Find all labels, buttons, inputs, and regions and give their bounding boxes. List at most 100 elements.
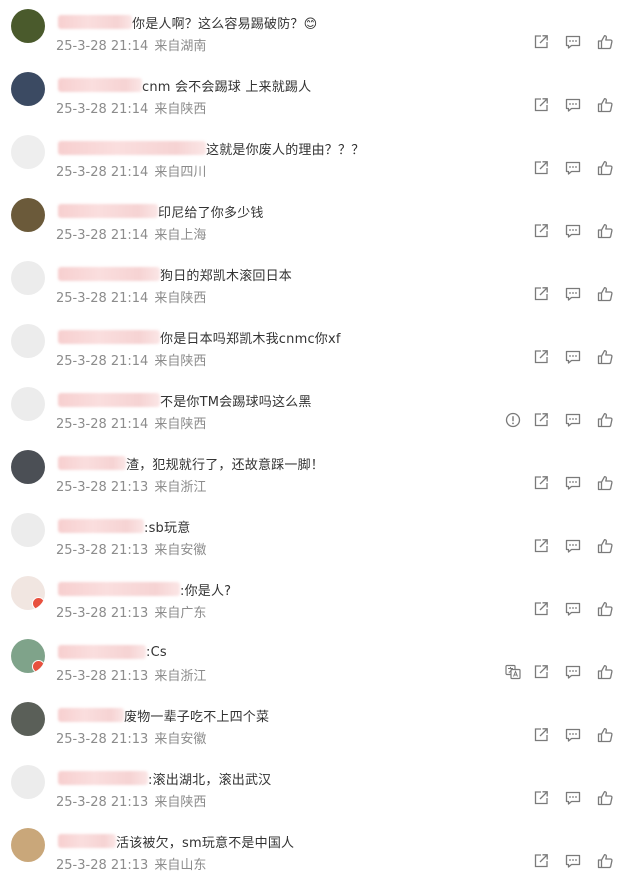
comment-text: 渣，犯规就行了，还故意踩一脚！ [126,457,325,473]
comment-icon[interactable] [564,789,582,807]
thumbs-up-icon[interactable] [596,222,614,240]
thumbs-up-icon[interactable] [596,537,614,555]
username-redacted[interactable] [58,582,180,596]
verified-badge-icon [32,660,45,673]
comment-location: 来自广东 [154,606,207,621]
username-redacted[interactable] [58,519,144,533]
username-redacted[interactable] [58,330,160,344]
comment-meta: 25-3-28 21:13 来自安徽 [56,539,206,558]
thumbs-up-icon[interactable] [596,96,614,114]
username-redacted[interactable] [58,456,126,470]
comment-item: :滚出湖北，滚出武汉 25-3-28 21:13 来自陕西 [0,752,624,815]
comment-icon[interactable] [564,663,582,681]
comment-icon[interactable] [564,600,582,618]
thumbs-up-icon[interactable] [596,789,614,807]
avatar[interactable] [11,450,45,484]
share-icon[interactable] [532,663,550,681]
avatar[interactable] [11,9,45,43]
avatar[interactable] [11,765,45,799]
share-icon[interactable] [532,222,550,240]
comment-icon[interactable] [564,222,582,240]
comment-location: 来自浙江 [154,669,207,684]
share-icon[interactable] [532,96,550,114]
avatar[interactable] [11,387,45,421]
avatar[interactable] [11,261,45,295]
avatar[interactable] [11,576,45,610]
avatar[interactable] [11,324,45,358]
comment-icon[interactable] [564,726,582,744]
thumbs-up-icon[interactable] [596,33,614,51]
comment-time: 25-3-28 21:14 [56,102,149,117]
avatar[interactable] [11,198,45,232]
comment-body: 你是人啊？这么容易踢破防？😊 [58,12,317,32]
thumbs-up-icon[interactable] [596,726,614,744]
comment-item: 不是你TM会踢球吗这么黑 25-3-28 21:14 来自陕西 [0,374,624,437]
thumbs-up-icon[interactable] [596,474,614,492]
avatar[interactable] [11,702,45,736]
avatar[interactable] [11,135,45,169]
comment-meta: 25-3-28 21:14 来自陕西 [56,98,206,117]
thumbs-up-icon[interactable] [596,852,614,870]
comment-time: 25-3-28 21:13 [56,795,149,810]
comment-body: 不是你TM会踢球吗这么黑 [58,390,312,410]
comment-text: 这就是你废人的理由？？？ [206,142,365,158]
share-icon[interactable] [532,474,550,492]
avatar[interactable] [11,828,45,862]
comment-icon[interactable] [564,537,582,555]
comment-icon[interactable] [564,474,582,492]
comment-meta: 25-3-28 21:14 来自湖南 [56,35,206,54]
share-icon[interactable] [532,159,550,177]
username-redacted[interactable] [58,645,146,659]
thumbs-up-icon[interactable] [596,600,614,618]
report-icon[interactable] [504,411,522,429]
comment-icon[interactable] [564,159,582,177]
share-icon[interactable] [532,348,550,366]
comment-icon[interactable] [564,96,582,114]
comment-location: 来自陕西 [154,354,207,369]
username-redacted[interactable] [58,834,116,848]
avatar[interactable] [11,639,45,673]
share-icon[interactable] [532,726,550,744]
share-icon[interactable] [532,537,550,555]
comment-text: 不是你TM会踢球吗这么黑 [160,394,312,410]
translate-icon[interactable] [504,663,522,681]
share-icon[interactable] [532,411,550,429]
share-icon[interactable] [532,600,550,618]
username-redacted[interactable] [58,393,160,407]
comment-meta: 25-3-28 21:13 来自陕西 [56,791,206,810]
comment-icon[interactable] [564,411,582,429]
comment-time: 25-3-28 21:14 [56,354,149,369]
username-redacted[interactable] [58,708,124,722]
comment-icon[interactable] [564,852,582,870]
thumbs-up-icon[interactable] [596,285,614,303]
comment-time: 25-3-28 21:14 [56,228,149,243]
share-icon[interactable] [532,285,550,303]
username-redacted[interactable] [58,267,160,281]
share-icon[interactable] [532,33,550,51]
share-icon[interactable] [532,852,550,870]
comment-time: 25-3-28 21:14 [56,39,149,54]
share-icon[interactable] [532,789,550,807]
thumbs-up-icon[interactable] [596,159,614,177]
comment-icon[interactable] [564,285,582,303]
comment-time: 25-3-28 21:14 [56,165,149,180]
comment-icon[interactable] [564,348,582,366]
avatar[interactable] [11,72,45,106]
username-redacted[interactable] [58,78,142,92]
comment-location: 来自四川 [154,165,207,180]
username-redacted[interactable] [58,141,206,155]
username-redacted[interactable] [58,771,148,785]
username-redacted[interactable] [58,15,132,29]
comment-text: :你是人? [180,583,232,599]
comment-body: 这就是你废人的理由？？？ [58,138,364,158]
comment-body: :Cs [58,642,167,662]
comment-body: cnm 会不会踢球 上来就踢人 [58,75,311,95]
avatar[interactable] [11,513,45,547]
comment-text: 你是人啊？这么容易踢破防？😊 [132,16,318,32]
thumbs-up-icon[interactable] [596,348,614,366]
comment-icon[interactable] [564,33,582,51]
username-redacted[interactable] [58,204,158,218]
comment-text: :滚出湖北，滚出武汉 [148,772,272,788]
thumbs-up-icon[interactable] [596,411,614,429]
thumbs-up-icon[interactable] [596,663,614,681]
